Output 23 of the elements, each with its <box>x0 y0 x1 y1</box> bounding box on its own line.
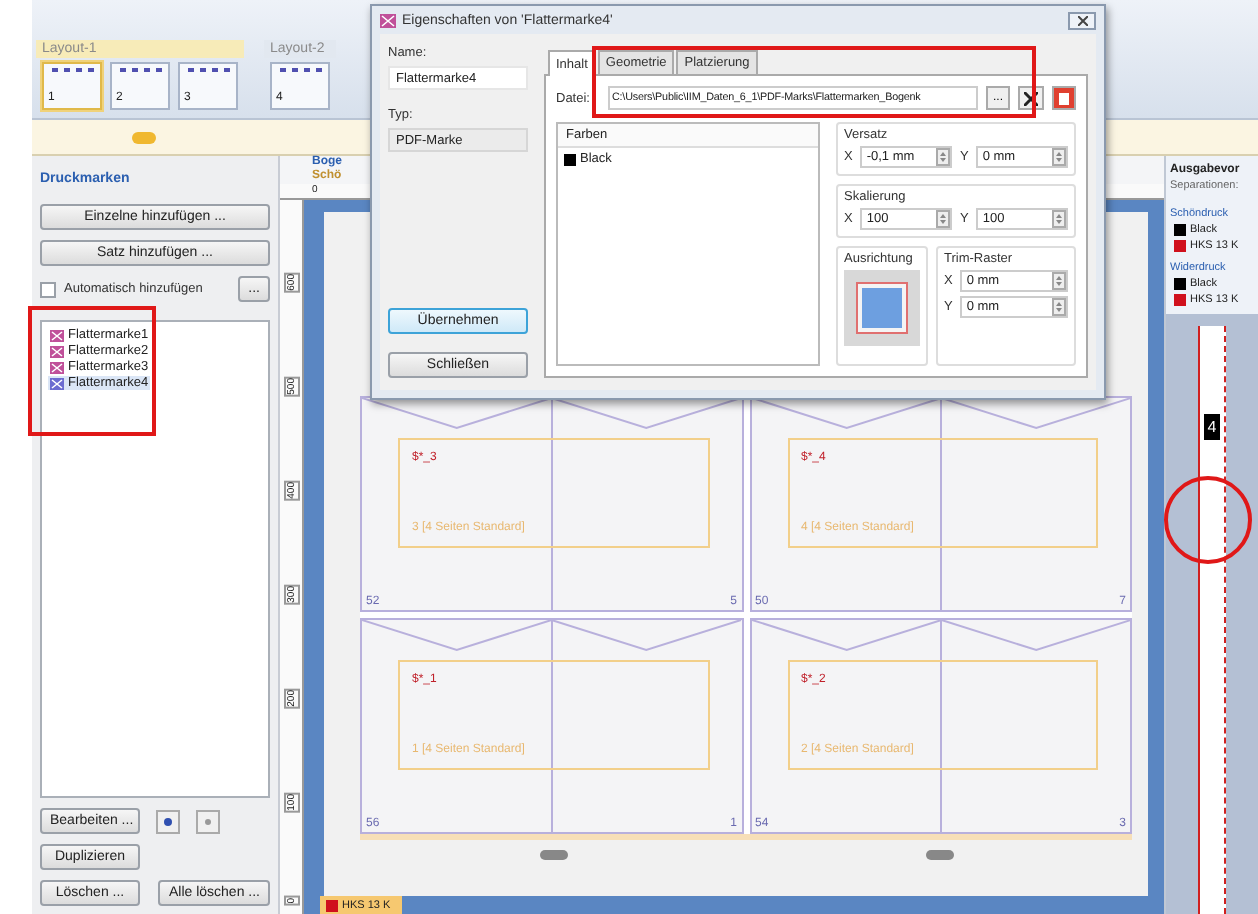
dialog-icon <box>380 13 396 27</box>
annotation-rectangle <box>28 306 156 436</box>
move-down-icon[interactable] <box>196 809 220 833</box>
spin-arrows-icon <box>1052 148 1066 166</box>
pdf-icon[interactable] <box>1052 86 1076 110</box>
spin-arrows-icon <box>936 210 950 228</box>
spin-arrows-icon <box>1052 298 1066 316</box>
move-up-icon[interactable] <box>156 809 180 833</box>
annotation-circle <box>1164 476 1252 564</box>
mark-icon <box>50 361 64 373</box>
spin-arrows-icon <box>1052 272 1066 290</box>
spin-arrows-icon <box>1052 210 1066 228</box>
spin-arrows-icon <box>936 148 950 166</box>
mark-icon <box>50 377 64 389</box>
mark-icon <box>50 329 64 341</box>
scroll-handle[interactable] <box>539 849 567 859</box>
pill-icon[interactable] <box>132 131 156 143</box>
scroll-handle[interactable] <box>925 849 953 859</box>
checkbox[interactable] <box>40 281 56 297</box>
mark-number: 4 <box>1203 414 1221 440</box>
mark-icon <box>50 345 64 357</box>
alignment-picker[interactable] <box>844 270 920 346</box>
close-icon[interactable] <box>1068 11 1096 29</box>
